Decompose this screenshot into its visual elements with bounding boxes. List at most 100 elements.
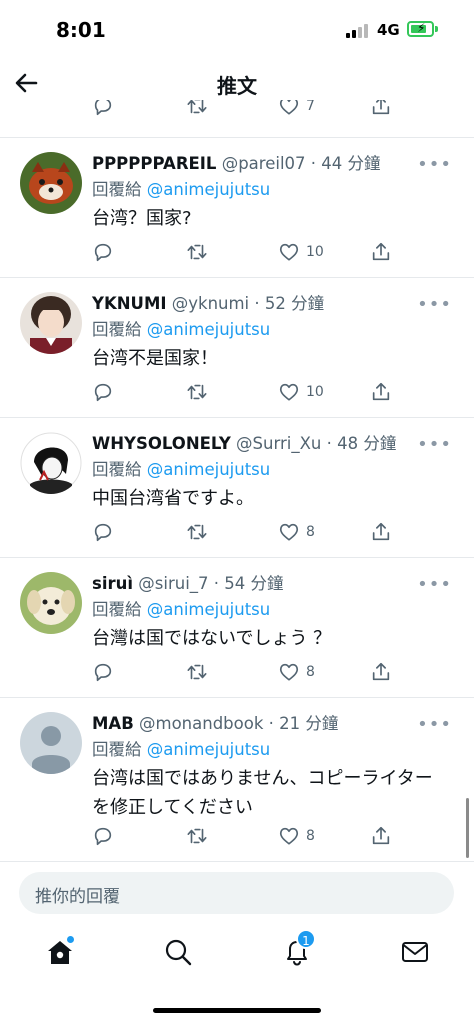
tweet[interactable]: siruì @sirui_7 · 54 分鐘 ••• 回覆給 @animejuj… [0, 558, 474, 698]
retweet-icon[interactable] [186, 660, 208, 684]
share-icon[interactable] [370, 380, 392, 404]
tweet[interactable]: WHYSOLONELY @Surri_Xu · 48 分鐘 ••• 回覆給 @a… [0, 418, 474, 558]
reply-to-link[interactable]: @animejujutsu [147, 180, 270, 199]
share-icon[interactable] [370, 520, 392, 544]
share-icon[interactable] [370, 100, 392, 118]
author-handle[interactable]: @monandbook [139, 714, 263, 733]
more-icon[interactable]: ••• [417, 574, 452, 595]
timestamp: 21 分鐘 [279, 714, 339, 733]
author-handle[interactable]: @Surri_Xu [236, 434, 321, 453]
avatar[interactable] [20, 572, 82, 634]
reply-to-link[interactable]: @animejujutsu [147, 600, 270, 619]
author-line: YKNUMI @yknumi · 52 分鐘 [92, 294, 325, 313]
tweet-actions: 10 [92, 240, 402, 264]
timestamp: 54 分鐘 [224, 574, 284, 593]
tab-home[interactable] [45, 936, 75, 967]
tweet-text-line: 台湾は国ではありません、コピーライター [92, 768, 433, 789]
reply-icon[interactable] [92, 100, 114, 118]
reply-icon[interactable] [92, 520, 114, 544]
like-button[interactable]: 10 [278, 380, 324, 404]
reply-context: 回覆給 @animejujutsu [92, 176, 270, 200]
like-count: 10 [306, 244, 324, 260]
tab-notifications[interactable]: 1 [282, 929, 316, 967]
share-icon[interactable] [370, 824, 392, 848]
retweet-icon[interactable] [186, 380, 208, 404]
like-count: 10 [306, 384, 324, 400]
author-name[interactable]: PPPPPPAREIL [92, 154, 216, 173]
more-icon[interactable]: ••• [417, 294, 452, 315]
tweet[interactable]: YKNUMI @yknumi · 52 分鐘 ••• 回覆給 @animejuj… [0, 278, 474, 418]
author-name[interactable]: WHYSOLONELY [92, 434, 231, 453]
like-button[interactable]: 10 [278, 240, 324, 264]
previous-tweet-actions: 7 [0, 100, 474, 126]
author-handle[interactable]: @yknumi [172, 294, 249, 313]
tweet-text: 台湾？国家? [92, 208, 192, 229]
tab-search[interactable] [163, 937, 193, 967]
reply-icon[interactable] [92, 380, 114, 404]
signal-icon [346, 24, 370, 38]
avatar[interactable] [20, 292, 82, 354]
reply-placeholder: 推你的回覆 [35, 887, 120, 907]
like-count: 8 [306, 664, 315, 680]
reply-prefix: 回覆給 [92, 460, 142, 479]
home-indicator[interactable] [153, 1008, 321, 1013]
like-icon [279, 243, 299, 261]
reply-icon[interactable] [92, 660, 114, 684]
reply-to-link[interactable]: @animejujutsu [147, 740, 270, 759]
like-count: 8 [306, 828, 315, 844]
reply-context: 回覆給 @animejujutsu [92, 596, 270, 620]
tweet[interactable]: PPPPPPAREIL @pareil07 · 44 分鐘 ••• 回覆給 @a… [0, 138, 474, 278]
tweet[interactable]: MAB @monandbook · 21 分鐘 ••• 回覆給 @animeju… [0, 698, 474, 862]
tweet-actions: 8 [92, 660, 402, 684]
like-button[interactable]: 8 [278, 660, 315, 684]
reply-to-link[interactable]: @animejujutsu [147, 460, 270, 479]
like-icon [279, 523, 299, 541]
timestamp: 48 分鐘 [337, 434, 397, 453]
like-button[interactable]: 8 [278, 824, 315, 848]
timestamp: 44 分鐘 [321, 154, 381, 173]
like-icon[interactable]: 7 [278, 100, 315, 118]
author-handle[interactable]: @sirui_7 [138, 574, 208, 593]
reply-icon[interactable] [92, 824, 114, 848]
reply-context: 回覆給 @animejujutsu [92, 736, 270, 760]
reply-icon[interactable] [92, 240, 114, 264]
like-count: 8 [306, 524, 315, 540]
more-icon[interactable]: ••• [417, 714, 452, 735]
retweet-icon[interactable] [186, 824, 208, 848]
reply-input[interactable]: 推你的回覆 [19, 872, 454, 914]
retweet-icon[interactable] [186, 520, 208, 544]
network-type: 4G [377, 21, 400, 39]
reply-prefix: 回覆給 [92, 740, 142, 759]
like-icon [279, 383, 299, 401]
battery-cap [435, 26, 438, 32]
author-handle[interactable]: @pareil07 [222, 154, 306, 173]
author-name[interactable]: siruì [92, 574, 133, 593]
author-line: WHYSOLONELY @Surri_Xu · 48 分鐘 [92, 434, 397, 453]
author-name[interactable]: MAB [92, 714, 134, 733]
retweet-icon[interactable] [186, 100, 208, 118]
tab-messages[interactable] [400, 937, 430, 967]
like-icon [279, 663, 299, 681]
status-bar: 8:01 4G ⚡ [0, 0, 474, 58]
avatar[interactable] [20, 712, 82, 774]
tweet-text: 台灣は国ではないでしょう ？ [92, 628, 332, 649]
like-icon [279, 827, 299, 845]
avatar[interactable] [20, 152, 82, 214]
author-line: MAB @monandbook · 21 分鐘 [92, 714, 339, 733]
battery-icon: ⚡ [407, 21, 434, 37]
like-button[interactable]: 8 [278, 520, 315, 544]
more-icon[interactable]: ••• [417, 434, 452, 455]
tweet-text: 台湾不是国家！ [92, 348, 218, 369]
notification-badge: 1 [296, 929, 316, 949]
scrollbar[interactable] [466, 798, 469, 858]
reply-to-link[interactable]: @animejujutsu [147, 320, 270, 339]
mail-icon [402, 942, 428, 962]
retweet-icon[interactable] [186, 240, 208, 264]
reply-context: 回覆給 @animejujutsu [92, 316, 270, 340]
avatar[interactable] [20, 432, 82, 494]
author-name[interactable]: YKNUMI [92, 294, 167, 313]
more-icon[interactable]: ••• [417, 154, 452, 175]
share-icon[interactable] [370, 660, 392, 684]
share-icon[interactable] [370, 240, 392, 264]
author-line: PPPPPPAREIL @pareil07 · 44 分鐘 [92, 154, 381, 173]
